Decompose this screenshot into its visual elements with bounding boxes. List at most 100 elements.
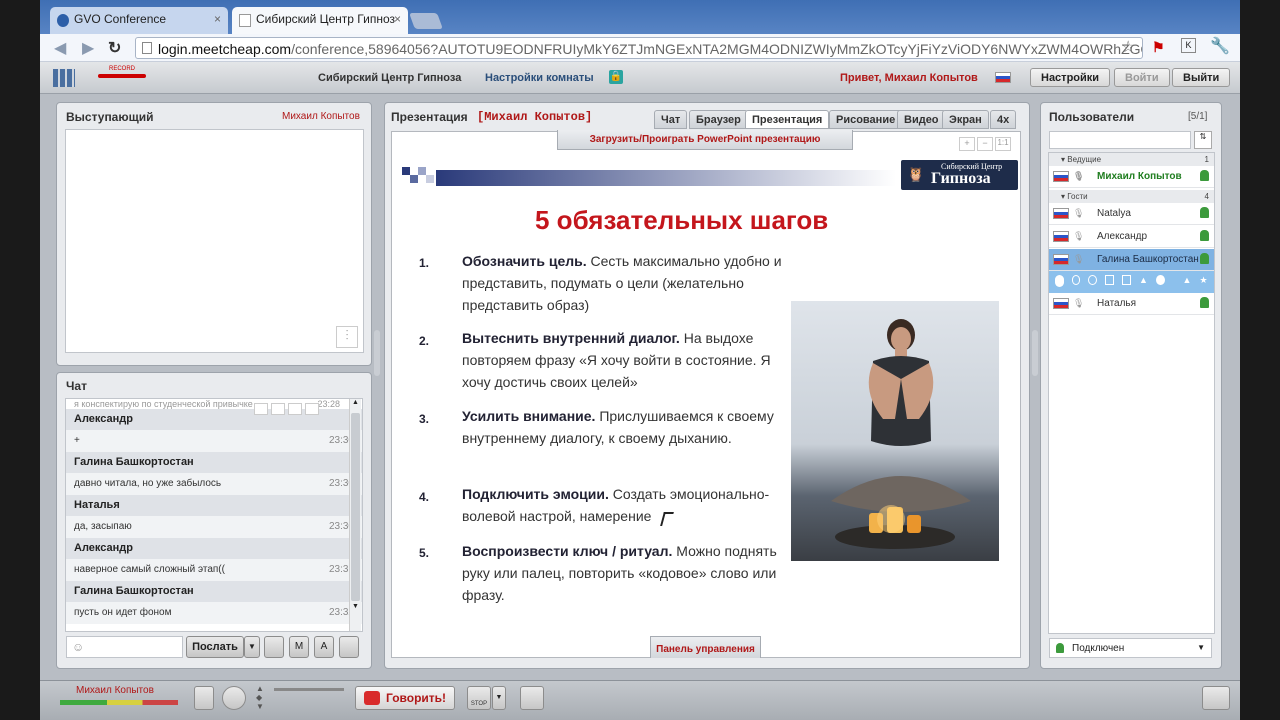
greeting: Привет, Михаил Копытов <box>840 72 978 84</box>
extension-icon[interactable]: ⚑ <box>1152 39 1165 56</box>
scroll-thumb[interactable] <box>351 413 360 601</box>
microphone-icon[interactable] <box>194 686 214 710</box>
control-panel-button[interactable]: Панель управления <box>650 636 761 658</box>
user-row[interactable]: 🎙 Natalya <box>1049 203 1214 225</box>
page-icon <box>142 42 152 54</box>
settings-button[interactable]: Настройки <box>1030 68 1111 87</box>
camera-icon[interactable] <box>1071 275 1081 285</box>
microphone-icon: 🎙 <box>1073 208 1085 218</box>
image-icon[interactable] <box>254 403 268 415</box>
text-icon[interactable] <box>271 403 285 415</box>
zoom-in-icon[interactable]: + <box>959 137 975 151</box>
sort-icon[interactable]: ⇅ <box>1194 131 1212 149</box>
user-search-input[interactable] <box>1049 131 1191 149</box>
popout-icon[interactable] <box>339 636 359 658</box>
person-up-icon[interactable]: ▲ <box>1183 275 1192 285</box>
room-settings-link[interactable]: Настройки комнаты <box>485 72 594 84</box>
user-row[interactable]: 🎙 Наталья <box>1049 293 1214 315</box>
zoom-out-icon[interactable]: − <box>977 137 993 151</box>
person-icon <box>1200 207 1209 218</box>
speak-button[interactable]: Говорить! <box>355 686 455 710</box>
chat-input[interactable]: ☺ <box>66 636 183 658</box>
chevron-down-icon[interactable]: ▼ <box>492 686 506 710</box>
close-icon[interactable]: × <box>214 12 221 26</box>
tab-4x[interactable]: 4x <box>990 110 1017 129</box>
font-icon[interactable]: A <box>314 636 334 658</box>
block-icon[interactable] <box>1155 275 1165 285</box>
person-icon <box>1200 297 1209 308</box>
draw-icon[interactable] <box>1105 275 1115 285</box>
font-size-icon[interactable] <box>305 403 319 415</box>
equalizer-icon[interactable]: ⫶ <box>336 326 358 348</box>
tab-screen[interactable]: Экран <box>942 110 989 129</box>
extension-icon[interactable]: K <box>1181 38 1196 53</box>
share-icon[interactable] <box>1202 686 1230 710</box>
wrench-icon[interactable]: 🔧 <box>1210 36 1230 56</box>
step-number: 2. <box>419 334 430 348</box>
message-icon[interactable]: M <box>289 636 309 658</box>
lock-icon[interactable]: 🔒 <box>609 70 623 84</box>
color-icon[interactable] <box>288 403 302 415</box>
volume-arrows-icon[interactable]: ▲ ◆ ▼ <box>256 684 266 712</box>
close-icon[interactable]: × <box>394 12 401 26</box>
splitter-handle[interactable] <box>1032 330 1038 376</box>
tab-drawing[interactable]: Рисование <box>829 110 903 129</box>
chat-text: да, засыпаю <box>74 521 132 532</box>
logout-button[interactable]: Выйти <box>1172 68 1231 87</box>
grid-icon[interactable] <box>53 69 75 87</box>
send-button[interactable]: Послать <box>186 636 244 658</box>
page-icon <box>239 14 251 27</box>
record-indicator <box>98 74 146 78</box>
chat-messages: Александр +23:30 Галина Башкортостан дав… <box>66 409 362 624</box>
person-icon <box>1200 230 1209 241</box>
chevron-down-icon[interactable]: ▼ <box>244 636 260 658</box>
login-button[interactable]: Войти <box>1114 68 1170 87</box>
smiley-icon[interactable]: ☺ <box>72 640 84 654</box>
russian-flag-icon[interactable] <box>995 72 1011 83</box>
person-icon <box>1200 170 1209 181</box>
scroll-up-icon[interactable]: ▲ <box>350 399 361 411</box>
tab-hypnosis-center[interactable]: Сибирский Центр Гипноз × <box>232 7 408 34</box>
tab-browser[interactable]: Браузер <box>689 110 748 129</box>
chat-message: наверное самый сложный этап((23:31 <box>66 559 362 581</box>
splitter-handle[interactable] <box>374 330 380 376</box>
screen-icon[interactable] <box>1122 275 1132 285</box>
address-bar[interactable]: login.meetcheap.com/conference,58964056?… <box>135 37 1143 59</box>
bookmark-star-icon[interactable]: ☆ <box>1121 37 1135 57</box>
chat-author: Александр <box>66 538 362 559</box>
webcam-icon[interactable] <box>222 686 246 710</box>
chat-icon[interactable] <box>1088 275 1098 285</box>
new-tab-button[interactable] <box>409 13 443 29</box>
chat-author: Наталья <box>66 495 362 516</box>
tab-gvo-conference[interactable]: GVO Conference × <box>50 7 228 34</box>
warning-icon[interactable]: ▲ <box>1139 275 1148 285</box>
microphone-icon: 🎙 <box>1073 298 1085 308</box>
user-row[interactable]: 🎙 Александр <box>1049 226 1214 248</box>
reload-icon[interactable]: ↻ <box>108 38 121 58</box>
clear-chat-icon[interactable] <box>264 636 284 658</box>
group-header-guests[interactable]: ▾ Гости 4 <box>1049 190 1214 203</box>
tab-presentation[interactable]: Презентация <box>745 110 830 129</box>
tab-video[interactable]: Видео <box>897 110 946 129</box>
group-label: Ведущие <box>1067 155 1102 164</box>
actual-size-icon[interactable]: 1:1 <box>995 137 1011 151</box>
scroll-down-icon[interactable]: ▼ <box>350 603 361 615</box>
globe-icon <box>57 14 69 27</box>
back-icon[interactable]: ◀ <box>54 38 66 58</box>
user-row[interactable]: 🎙 Михаил Копытов <box>1049 166 1214 188</box>
status-select[interactable]: Подключен ▼ <box>1049 638 1212 658</box>
group-header-hosts[interactable]: ▾ Ведущие 1 <box>1049 153 1214 166</box>
star-icon[interactable]: ★ <box>1199 275 1208 285</box>
microphone-icon[interactable] <box>1055 275 1064 287</box>
step-text: Усилить внимание. Прислушиваемся к своем… <box>462 405 792 449</box>
grid-layout-icon[interactable] <box>520 686 544 710</box>
upload-presentation-button[interactable]: Загрузить/Проиграть PowerPoint презентац… <box>557 130 853 150</box>
chat-scrollbar[interactable]: ▲ ▼ <box>349 399 361 631</box>
tab-chat[interactable]: Чат <box>654 110 688 129</box>
stop-button[interactable]: STOP <box>467 686 491 710</box>
speak-label: Говорить! <box>386 691 447 705</box>
owl-icon: 🦉 <box>907 166 925 182</box>
user-row-selected[interactable]: 🎙 Галина Башкортостан <box>1049 249 1214 271</box>
volume-slider[interactable] <box>274 688 344 706</box>
forward-icon[interactable]: ▶ <box>82 38 94 58</box>
